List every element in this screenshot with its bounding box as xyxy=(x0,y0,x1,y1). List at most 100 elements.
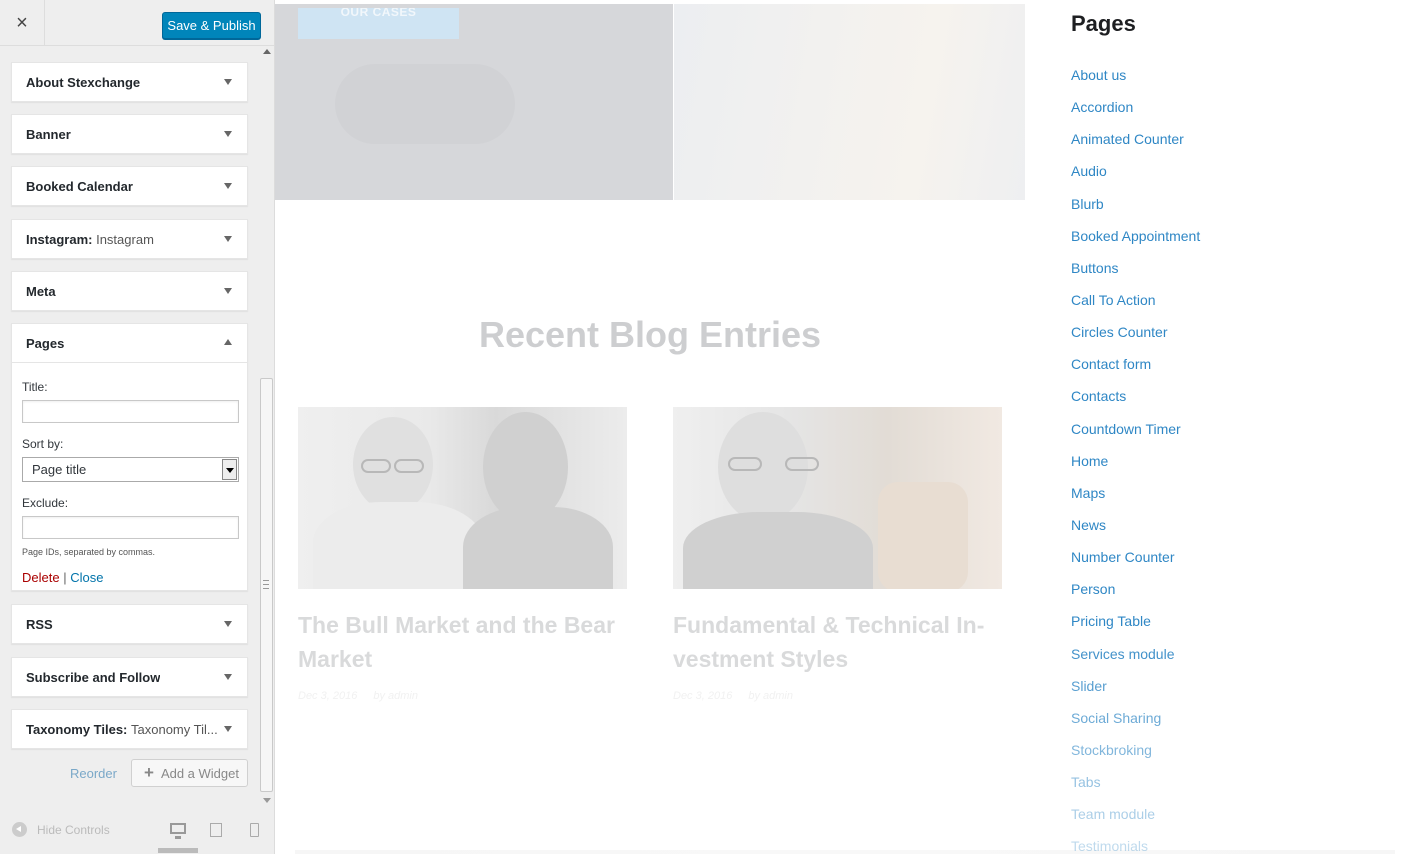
scroll-down-arrow-icon[interactable] xyxy=(263,798,271,803)
widget-header[interactable]: Banner xyxy=(12,115,247,153)
page-link-item: Home xyxy=(1071,450,1200,482)
chevron-down-icon[interactable] xyxy=(224,726,232,732)
mobile-preview-icon[interactable] xyxy=(250,823,259,837)
page-link[interactable]: About us xyxy=(1071,67,1126,83)
widget-header[interactable]: Instagram: Instagram xyxy=(12,220,247,258)
customizer-footer: Hide Controls xyxy=(0,810,274,854)
page-link-item: Number Counter xyxy=(1071,546,1200,578)
site-preview: OUR CASES Recent Blog Entries The Bull M… xyxy=(275,0,1419,854)
widget-meta[interactable]: Meta xyxy=(11,271,248,311)
page-link[interactable]: Person xyxy=(1071,581,1115,597)
widget-pages[interactable]: Pages Title: Sort by: Page title Exclude… xyxy=(11,323,248,591)
delete-link[interactable]: Delete xyxy=(22,570,60,585)
page-link[interactable]: Stockbroking xyxy=(1071,742,1152,758)
widget-rss[interactable]: RSS xyxy=(11,604,248,644)
chevron-down-icon[interactable] xyxy=(224,236,232,242)
post-author[interactable]: by admin xyxy=(373,690,418,702)
exclude-input[interactable] xyxy=(22,516,239,539)
post-thumbnail[interactable] xyxy=(298,407,627,589)
page-link[interactable]: Contacts xyxy=(1071,388,1126,404)
widget-booked-calendar[interactable]: Booked Calendar xyxy=(11,166,248,206)
dropdown-arrow-icon[interactable] xyxy=(222,459,237,480)
page-link-item: Buttons xyxy=(1071,257,1200,289)
page-link[interactable]: Social Sharing xyxy=(1071,710,1161,726)
pages-widget-preview: Pages About us Accordion Animated Counter A… xyxy=(1071,0,1411,854)
widgets-list: About Stexchange Banner Booked Calendar … xyxy=(0,46,260,809)
chevron-down-icon[interactable] xyxy=(224,79,232,85)
page-link[interactable]: Accordion xyxy=(1071,99,1133,115)
save-publish-button[interactable]: Save & Publish xyxy=(162,12,261,39)
post-title[interactable]: The Bull Market and the Bear Market xyxy=(298,608,628,676)
page-link[interactable]: Buttons xyxy=(1071,260,1118,276)
page-link[interactable]: Services module xyxy=(1071,646,1175,662)
page-link[interactable]: Home xyxy=(1071,453,1108,469)
page-link-item: Contact form xyxy=(1071,353,1200,385)
widget-header[interactable]: About Stexchange xyxy=(12,63,247,101)
widget-subtitle: Instagram xyxy=(96,231,154,247)
widget-title: Taxonomy Tiles: xyxy=(26,721,128,737)
close-customizer-button[interactable]: × xyxy=(0,0,45,46)
page-link[interactable]: Audio xyxy=(1071,163,1107,179)
page-link[interactable]: Booked Appointment xyxy=(1071,228,1200,244)
hide-controls-button[interactable]: Hide Controls xyxy=(12,822,110,837)
widget-about-stexchange[interactable]: About Stexchange xyxy=(11,62,248,102)
page-link[interactable]: Maps xyxy=(1071,485,1105,501)
page-link[interactable]: News xyxy=(1071,517,1106,533)
page-link-item: Booked Appointment xyxy=(1071,225,1200,257)
post-date: Dec 3, 2016 xyxy=(673,690,733,702)
close-link[interactable]: Close xyxy=(70,570,103,585)
collapse-arrow-icon xyxy=(12,822,27,837)
our-cases-button[interactable]: OUR CASES xyxy=(298,8,459,39)
page-link[interactable]: Call To Action xyxy=(1071,292,1156,308)
widget-title: About Stexchange xyxy=(26,74,141,90)
scrollbar-grip-icon xyxy=(263,580,269,589)
post-title[interactable]: Fundamental & Technical In-vestment Styl… xyxy=(673,608,1003,676)
page-link-item: Slider xyxy=(1071,675,1200,707)
page-link[interactable]: Countdown Timer xyxy=(1071,421,1181,437)
sortby-select[interactable]: Page title xyxy=(22,457,239,482)
chevron-down-icon[interactable] xyxy=(224,621,232,627)
chevron-down-icon[interactable] xyxy=(224,183,232,189)
page-link-item: Maps xyxy=(1071,482,1200,514)
title-input[interactable] xyxy=(22,400,239,423)
exclude-label: Exclude: xyxy=(22,496,69,510)
page-link-item: Testimonials xyxy=(1071,835,1200,854)
page-link[interactable]: Circles Counter xyxy=(1071,324,1167,340)
widget-header[interactable]: Booked Calendar xyxy=(12,167,247,205)
widget-title: Booked Calendar xyxy=(26,178,133,194)
page-link[interactable]: Animated Counter xyxy=(1071,131,1184,147)
widget-subscribe-follow[interactable]: Subscribe and Follow xyxy=(11,657,248,697)
page-link-item: Countdown Timer xyxy=(1071,418,1200,450)
page-link[interactable]: Contact form xyxy=(1071,356,1151,372)
page-link[interactable]: Tabs xyxy=(1071,774,1101,790)
chevron-down-icon[interactable] xyxy=(224,674,232,680)
post-thumbnail[interactable] xyxy=(673,407,1002,589)
page-link[interactable]: Testimonials xyxy=(1071,838,1148,854)
widget-header[interactable]: Meta xyxy=(12,272,247,310)
widget-header[interactable]: Taxonomy Tiles: Taxonomy Til... xyxy=(12,710,247,748)
scroll-up-arrow-icon[interactable] xyxy=(263,49,271,54)
widget-header[interactable]: RSS xyxy=(12,605,247,643)
reorder-link[interactable]: Reorder xyxy=(70,766,117,781)
page-link[interactable]: Blurb xyxy=(1071,196,1104,212)
page-link[interactable]: Number Counter xyxy=(1071,549,1175,565)
widget-instagram[interactable]: Instagram: Instagram xyxy=(11,219,248,259)
hero-image-right xyxy=(674,4,1025,200)
tablet-preview-icon[interactable] xyxy=(210,823,222,837)
chevron-up-icon[interactable] xyxy=(224,339,232,345)
widget-header[interactable]: Pages xyxy=(12,324,247,362)
widget-banner[interactable]: Banner xyxy=(11,114,248,154)
page-link-item: News xyxy=(1071,514,1200,546)
chevron-down-icon[interactable] xyxy=(224,288,232,294)
page-link[interactable]: Pricing Table xyxy=(1071,613,1151,629)
widget-header[interactable]: Subscribe and Follow xyxy=(12,658,247,696)
page-link[interactable]: Team module xyxy=(1071,806,1155,822)
post-author[interactable]: by admin xyxy=(748,690,793,702)
widget-taxonomy-tiles[interactable]: Taxonomy Tiles: Taxonomy Til... xyxy=(11,709,248,749)
page-link-item: Call To Action xyxy=(1071,289,1200,321)
widget-actions: Delete | Close xyxy=(22,570,237,585)
add-widget-button[interactable]: + Add a Widget xyxy=(131,759,248,787)
desktop-preview-icon[interactable] xyxy=(170,823,186,839)
page-link[interactable]: Slider xyxy=(1071,678,1107,694)
chevron-down-icon[interactable] xyxy=(224,131,232,137)
